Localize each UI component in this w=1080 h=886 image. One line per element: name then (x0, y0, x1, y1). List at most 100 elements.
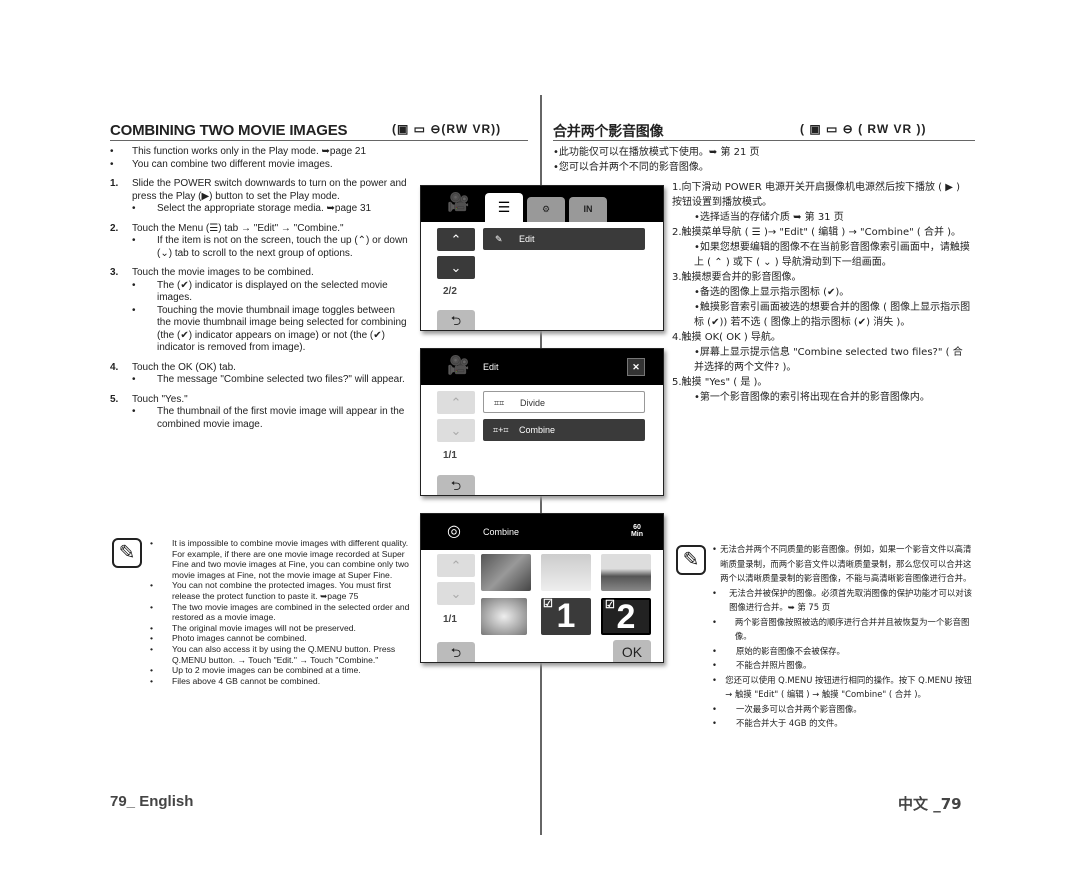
menu-item-label: Edit (519, 234, 535, 244)
back-button[interactable]: ⮌ (437, 642, 475, 662)
menu-item-divide[interactable]: ⌗⌗ Divide (483, 391, 645, 413)
page-title-cn: 合并两个影音图像 (553, 124, 664, 140)
screen-top-bar: 🎥 Edit ✕ (421, 349, 663, 385)
tab-storage[interactable]: IN (569, 197, 607, 222)
bullet-text: Select the appropriate storage media. ➥p… (157, 203, 372, 214)
bullet-text: 选择适当的存储介质 ➥ 第 31 页 (699, 212, 844, 223)
bullet-item: • The two movie images are combined in th… (150, 602, 412, 623)
bullet-text: 一次最多可以合并两个影音图像。 (736, 703, 862, 714)
page-title-en: COMBINING TWO MOVIE IMAGES (110, 122, 348, 139)
up-button[interactable]: ⌃ (437, 391, 475, 414)
bullet-item: • 无法合并被保护的图像。必须首先取消图像的保护功能才可以对该图像进行合并。➥ 第… (712, 586, 974, 615)
bullet-icon: • (712, 616, 717, 627)
step-text: 触摸 "Yes" ( 是 )。 (681, 377, 768, 388)
screen-title: Combine (483, 527, 520, 537)
ok-button[interactable]: OK (613, 640, 651, 662)
down-button[interactable]: ⌄ (437, 419, 475, 442)
mode-icons-cn: ( ▣ ▭ ⊖ ( RW VR )) (800, 122, 927, 136)
close-button[interactable]: ✕ (627, 358, 645, 376)
bullet-text: The (✔) indicator is displayed on the se… (157, 279, 388, 304)
bullet-text: You can combine two different movie imag… (132, 158, 333, 170)
mode-icons-en: (▣ ▭ ⊖(RW VR)) (392, 122, 502, 136)
bullet-icon: • (712, 544, 717, 554)
bullet-text: Touching the movie thumbnail image toggl… (157, 304, 407, 354)
thumbnail-flowers[interactable] (481, 554, 531, 591)
cn-instructions: 1.向下滑动 POWER 电源开关开启摄像机电源然后按下播放 ( ▶ ) 按钮设… (672, 180, 972, 405)
bullet-text: 无法合并两个不同质量的影音图像。例如，如果一个影音文件以高清晰质量录制，而两个影… (720, 544, 972, 583)
bullet-icon: • (712, 703, 717, 714)
page-footer-cn: 中文 _79 (898, 795, 962, 813)
step-4: 4. Touch the OK (OK) tab. (110, 362, 410, 375)
menu-item-combine[interactable]: ⌗+⌗ Combine (483, 419, 645, 441)
down-button[interactable]: ⌄ (437, 582, 475, 605)
bullet-item: •备选的图像上显示指示图标 (✔)。 (694, 285, 972, 300)
bullet-text: If the item is not on the screen, touch … (157, 235, 408, 259)
bullet-icon: • (712, 660, 717, 670)
bullet-item: •选择适当的存储介质 ➥ 第 31 页 (694, 210, 972, 225)
cn-intro: •此功能仅可以在播放模式下使用。➥ 第 21 页 •您可以合并两个不同的影音图像。 (553, 145, 973, 175)
screen-edit: 🎥 Edit ✕ ⌃ ⌄ 1/1 ⮌ ⌗⌗ Divide ⌗+⌗ Combine (420, 348, 664, 496)
bullet-item: • 不能合并照片图像。 (712, 658, 974, 673)
bullet-icon: • (150, 622, 154, 633)
bullet-item: • Touching the movie thumbnail image togg… (132, 305, 410, 355)
step-text: 触摸 OK( OK ) 导航。 (681, 332, 781, 343)
step-number: 1. (110, 178, 119, 189)
bullet-item: •如果您想要编辑的图像不在当前影音图像索引画面中，请触摸上 ( ⌃ ) 或下 (… (694, 240, 972, 270)
bullet-icon: • (150, 643, 154, 654)
step-number: 4. (110, 361, 119, 373)
bullet-icon: • (132, 235, 136, 246)
bullet-text: 触摸影音索引画面被选的想要合并的图像 ( 图像上显示指示图标 (✔)) 若不选 … (694, 302, 971, 328)
bullet-icon: • (110, 146, 114, 157)
up-button[interactable]: ⌃ (437, 228, 475, 251)
page-footer-en: 79_ English (110, 793, 194, 810)
menu-item-edit[interactable]: ✎ Edit (483, 228, 645, 250)
bullet-icon: • (712, 587, 717, 598)
step-text: Touch the OK (OK) tab. (132, 361, 236, 373)
bullet-item: • 您还可以使用 Q.MENU 按钮进行相同的操作。按下 Q.MENU 按钮 → … (712, 673, 974, 702)
thumbnail-selected-1[interactable]: ☑ 1 (541, 598, 591, 635)
step-text: Slide the POWER switch downwards to turn… (132, 178, 407, 202)
movie-reel-icon: ◎ (447, 523, 461, 540)
bullet-text: 您可以合并两个不同的影音图像。 (558, 162, 709, 173)
step-number: 3. (110, 267, 119, 278)
tab-settings[interactable]: ⚙ (527, 197, 565, 222)
step-text: Touch "Yes." (132, 393, 188, 405)
bullet-text: This function works only in the Play mod… (132, 146, 367, 157)
pencil-icon: ✎ (495, 234, 503, 244)
bullet-text: It is impossible to combine movie images… (172, 538, 409, 580)
step-number: 4. (672, 332, 682, 343)
cn-notes: • 无法合并两个不同质量的影音图像。例如，如果一个影音文件以高清晰质量录制，而两个… (712, 542, 974, 731)
bullet-text: 您还可以使用 Q.MENU 按钮进行相同的操作。按下 Q.MENU 按钮 → 触… (725, 674, 972, 700)
bullet-item: • It is impossible to combine movie image… (150, 538, 412, 580)
screen-menu: 🎥 ☰ ⚙ IN ⌃ ⌄ 2/2 ⮌ ✎ Edit (420, 185, 664, 331)
bullet-item: • Up to 2 movie images can be combined at… (150, 665, 412, 676)
bullet-text: The message "Combine selected two files?… (157, 374, 405, 385)
step-text: Touch the Menu (☰) tab → "Edit" → "Combi… (132, 222, 344, 234)
bullet-icon: • (132, 374, 136, 385)
bullet-text: 原始的影音图像不会被保存。 (736, 645, 845, 656)
bullet-icon: • (132, 406, 136, 417)
back-button[interactable]: ⮌ (437, 475, 475, 495)
step-2: 2. Touch the Menu (☰) tab → "Edit" → "Com… (110, 223, 410, 236)
step-4: 4.触摸 OK( OK ) 导航。 (672, 330, 972, 345)
bullet-icon: • (150, 601, 154, 612)
thumbnail-landscape[interactable] (601, 554, 651, 591)
down-button[interactable]: ⌄ (437, 256, 475, 279)
bullet-icon: • (150, 538, 154, 548)
step-number: 3. (672, 272, 682, 283)
thumbnail-dog[interactable] (481, 598, 527, 635)
back-button[interactable]: ⮌ (437, 310, 475, 330)
bullet-item: • 两个影音图像按照被选的顺序进行合并并且被恢复为一个影音图像。 (712, 615, 974, 644)
menu-item-label: Combine (519, 425, 556, 435)
bullet-text: 备选的图像上显示指示图标 (✔)。 (699, 287, 850, 298)
screen-title: Edit (483, 362, 499, 372)
bullet-item: • 原始的影音图像不会被保存。 (712, 644, 974, 659)
divide-icon: ⌗⌗ (494, 398, 505, 408)
thumbnail-selected-2[interactable]: ☑ 2 (601, 598, 651, 635)
bullet-item: • The (✔) indicator is displayed on the s… (132, 280, 410, 305)
up-button[interactable]: ⌃ (437, 554, 475, 577)
bullet-text: 两个影音图像按照被选的顺序进行合并并且被恢复为一个影音图像。 (734, 616, 970, 642)
bullet-item: •触摸影音索引画面被选的想要合并的图像 ( 图像上显示指示图标 (✔)) 若不选… (694, 300, 972, 330)
bullet-text: 不能合并大于 4GB 的文件。 (736, 718, 843, 728)
tab-menu[interactable]: ☰ (485, 193, 523, 222)
